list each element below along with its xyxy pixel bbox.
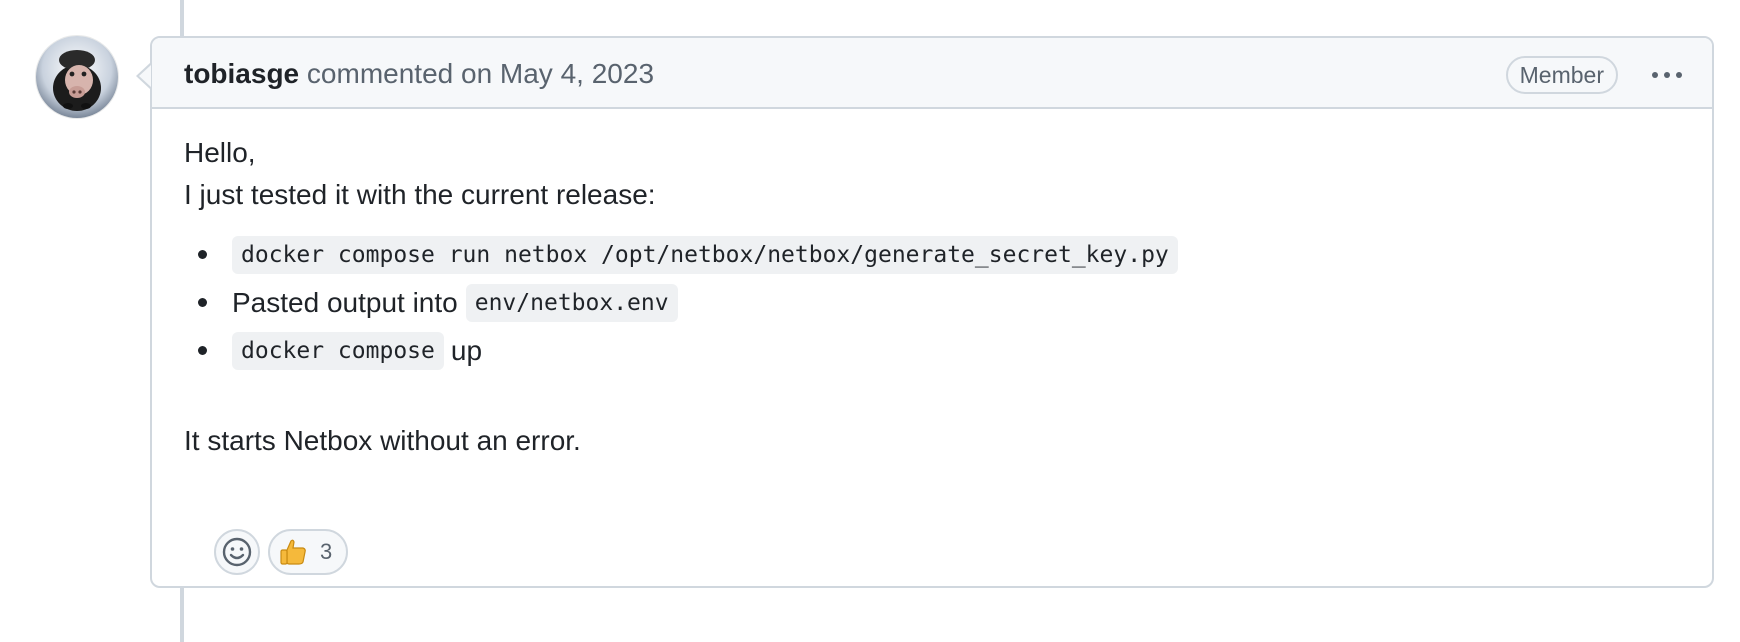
kebab-dot [1676,72,1682,78]
author-link[interactable]: tobiasge [184,58,299,89]
role-badge: Member [1505,56,1618,94]
step-text: up [450,335,483,366]
intro-text: I just tested it with the current releas… [184,179,656,210]
closing-text: It starts Netbox without an error. [184,425,581,456]
inline-code: docker compose [232,332,444,370]
list-item: docker compose run netbox /opt/netbox/ne… [184,231,1178,279]
avatar-image [36,36,118,118]
thumbs-up-icon [278,537,308,567]
steps-list: docker compose run netbox /opt/netbox/ne… [184,231,1178,375]
reaction-count: 3 [320,539,333,564]
comment-header: tobiasge commented on May 4, 2023 Member [152,38,1712,109]
reactions-bar: 3 [214,529,349,575]
reaction-thumbs-up-button[interactable]: 3 [268,529,349,575]
comment-caret-fill [139,65,151,87]
kebab-horizontal-icon [1652,72,1658,78]
bullet [198,346,207,355]
comment-box: tobiasge commented on May 4, 2023 Member… [150,36,1714,588]
smiley-icon [222,537,252,567]
step-text: Pasted output into [232,287,458,318]
kebab-dot [1664,72,1670,78]
comment-options-button[interactable] [1642,58,1692,92]
bullet [198,298,207,307]
list-item: Pasted output into env/netbox.env [184,279,1178,327]
comment-header-text: tobiasge commented on May 4, 2023 [184,58,654,90]
list-item: docker compose up [184,327,1178,375]
inline-code: env/netbox.env [465,284,678,322]
inline-code: docker compose run netbox /opt/netbox/ne… [232,236,1178,274]
greeting-text: Hello, [184,137,256,168]
add-reaction-button[interactable] [214,529,260,575]
comment-timestamp[interactable]: commented on May 4, 2023 [307,58,654,89]
avatar[interactable] [36,36,118,118]
bullet [198,250,207,259]
